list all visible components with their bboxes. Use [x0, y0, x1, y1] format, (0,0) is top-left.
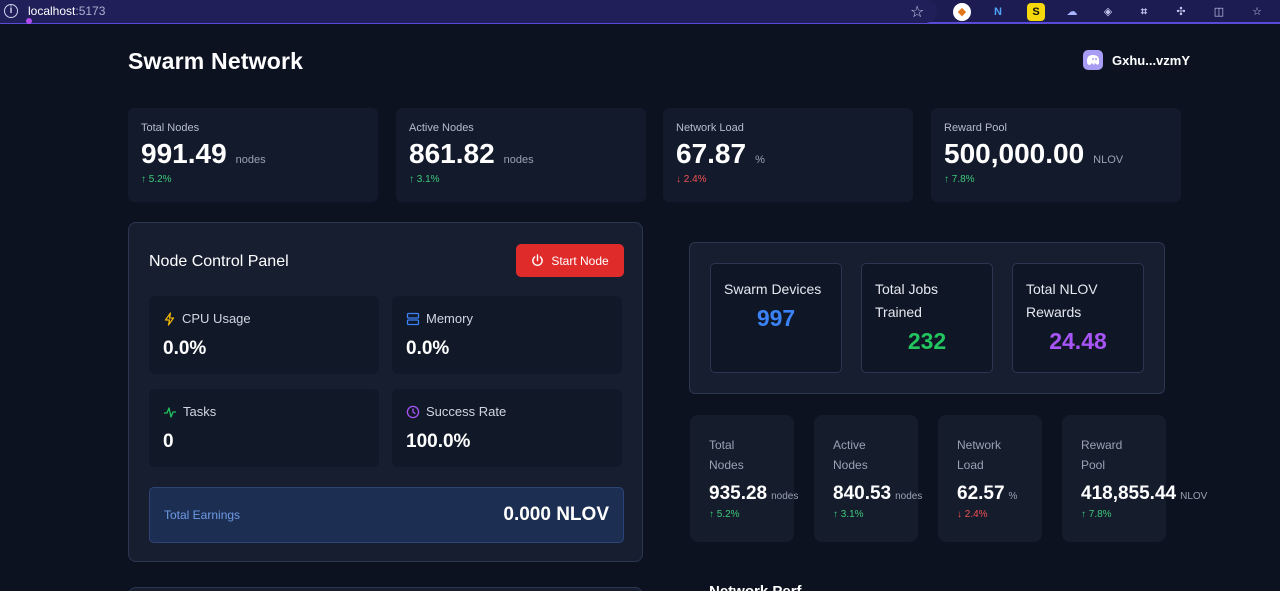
metric-memory: Memory 0.0%	[392, 296, 622, 374]
mini-unit: NLOV	[1180, 491, 1208, 502]
stat-value: 500,000.00	[944, 138, 1085, 169]
summary-value: 232	[907, 328, 947, 354]
power-icon	[532, 254, 544, 266]
mini-value: 840.53	[833, 483, 892, 504]
stat-label: Network Load	[676, 122, 744, 134]
metric-value: 100.0%	[406, 431, 471, 452]
summary-value: 997	[756, 305, 796, 331]
metric-label: Success Rate	[426, 404, 507, 419]
earnings-value: 0.000 NLOV	[503, 504, 609, 525]
earnings-label: Total Earnings	[164, 508, 241, 522]
mini-unit: %	[1008, 491, 1018, 502]
summary-card-total-nlov: Total NLOV Rewards 24.48	[1012, 263, 1144, 373]
metric-label: Tasks	[183, 404, 217, 419]
page-title: Swarm Network	[128, 48, 304, 74]
url-port: :5173	[75, 4, 106, 18]
mini-stat-reward-pool: Reward Pool 418,855.44 NLOV ↑ 7.8%	[1062, 415, 1207, 542]
stat-change: ↑ 3.1%	[409, 174, 440, 185]
stat-change: ↑ 7.8%	[944, 174, 975, 185]
wallet-address: Gxhu...vzmY	[1112, 52, 1191, 68]
network-performance-heading: Network Perf	[709, 583, 802, 591]
stat-value: 861.82	[409, 138, 495, 169]
metric-value: 0.0%	[406, 338, 450, 359]
split-view-icon[interactable]: ◫	[1210, 3, 1228, 21]
mini-label: Active Nodes	[833, 438, 868, 472]
metric-tasks: Tasks 0	[149, 389, 379, 467]
metric-value: 0	[163, 431, 174, 452]
mini-unit: nodes	[895, 491, 923, 502]
stat-card-total-nodes: Total Nodes 991.49 nodes ↑ 5.2%	[128, 108, 378, 202]
start-node-label: Start Node	[551, 253, 609, 268]
metric-label: Memory	[426, 311, 473, 326]
server-icon	[406, 312, 420, 325]
mini-change: ↑ 5.2%	[709, 509, 740, 520]
mini-label: Total Nodes	[709, 438, 744, 472]
browser-toolbar: i localhost:5173 ☆ ◆ N S ☁ ◈ ⌗ ✣ ◫ ☆	[0, 0, 1280, 24]
total-earnings-box: Total Earnings 0.000 NLOV	[149, 487, 624, 543]
url-text[interactable]: localhost:5173	[28, 4, 105, 18]
summary-card-swarm-devices: Swarm Devices 997	[710, 263, 842, 373]
summary-label: Swarm Devices	[724, 281, 822, 297]
summary-label: Total NLOV Rewards	[1026, 281, 1098, 320]
metric-success-rate: Success Rate 100.0%	[392, 389, 622, 467]
stat-change: ↓ 2.4%	[676, 174, 707, 185]
extensions-puzzle-icon[interactable]: ✣	[1172, 3, 1190, 21]
stat-unit: nodes	[235, 154, 266, 166]
site-info-icon[interactable]: i	[4, 4, 18, 18]
summary-value: 24.48	[1049, 328, 1107, 354]
lightning-icon	[164, 311, 175, 326]
crop-extension-icon[interactable]: ⌗	[1135, 3, 1153, 21]
activity-icon	[164, 406, 176, 418]
stat-label: Reward Pool	[944, 122, 1007, 134]
next-panel-edge	[128, 587, 643, 591]
mini-stat-network-load: Network Load 62.57% ↓ 2.4%	[938, 415, 1042, 542]
stat-unit: %	[755, 154, 765, 166]
node-control-panel: Node Control Panel Start Node CPU Usage …	[128, 222, 643, 562]
mini-change: ↑ 7.8%	[1081, 509, 1112, 520]
cloud-extension-icon[interactable]: ☁	[1063, 3, 1081, 21]
stat-label: Active Nodes	[409, 122, 474, 134]
metric-cpu-usage: CPU Usage 0.0%	[149, 296, 379, 374]
mini-value: 62.57	[957, 483, 1005, 504]
mini-unit: nodes	[771, 491, 799, 502]
mini-value: 418,855.44	[1081, 483, 1177, 504]
url-host: localhost	[28, 4, 76, 18]
stat-label: Total Nodes	[141, 122, 200, 134]
stat-value: 991.49	[141, 138, 227, 169]
mini-change: ↓ 2.4%	[957, 509, 988, 520]
phantom-wallet-icon	[1083, 50, 1103, 70]
stat-value: 67.87	[676, 138, 747, 169]
wallet-extension-icon[interactable]: ◈	[1099, 3, 1117, 21]
stat-card-network-load: Network Load 67.87% ↓ 2.4%	[663, 108, 913, 202]
n-extension-icon[interactable]: N	[989, 3, 1007, 21]
mini-label: Reward Pool	[1081, 438, 1123, 472]
s-extension-icon[interactable]: S	[1027, 3, 1045, 21]
mini-change: ↑ 3.1%	[833, 509, 864, 520]
start-node-button[interactable]: Start Node	[516, 244, 624, 277]
stat-card-active-nodes: Active Nodes 861.82 nodes ↑ 3.1%	[396, 108, 646, 202]
mini-stat-total-nodes: Total Nodes 935.28 nodes ↑ 5.2%	[690, 415, 798, 542]
mini-stat-active-nodes: Active Nodes 840.53 nodes ↑ 3.1%	[814, 415, 922, 542]
clock-icon	[406, 405, 420, 418]
stat-change: ↑ 5.2%	[141, 174, 172, 185]
mini-value: 935.28	[709, 483, 768, 504]
address-bar[interactable]: i localhost:5173 ☆	[0, 0, 937, 24]
stat-unit: NLOV	[1093, 154, 1124, 166]
panel-title: Node Control Panel	[149, 253, 289, 270]
metric-label: CPU Usage	[182, 311, 251, 326]
bookmark-star-icon[interactable]: ☆	[910, 2, 924, 22]
favorites-icon[interactable]: ☆	[1248, 3, 1266, 21]
wallet-button[interactable]: Gxhu...vzmY	[1083, 50, 1190, 70]
stat-card-reward-pool: Reward Pool 500,000.00 NLOV ↑ 7.8%	[931, 108, 1181, 202]
swarm-summary-box: Swarm Devices 997 Total Jobs Trained 232…	[689, 242, 1165, 394]
summary-card-total-jobs: Total Jobs Trained 232	[861, 263, 993, 373]
stat-unit: nodes	[503, 154, 534, 166]
summary-label: Total Jobs Trained	[875, 281, 939, 320]
metric-value: 0.0%	[163, 338, 207, 359]
metamask-extension-icon[interactable]: ◆	[953, 3, 971, 21]
mini-label: Network Load	[957, 438, 1002, 472]
loading-dot	[26, 18, 32, 24]
